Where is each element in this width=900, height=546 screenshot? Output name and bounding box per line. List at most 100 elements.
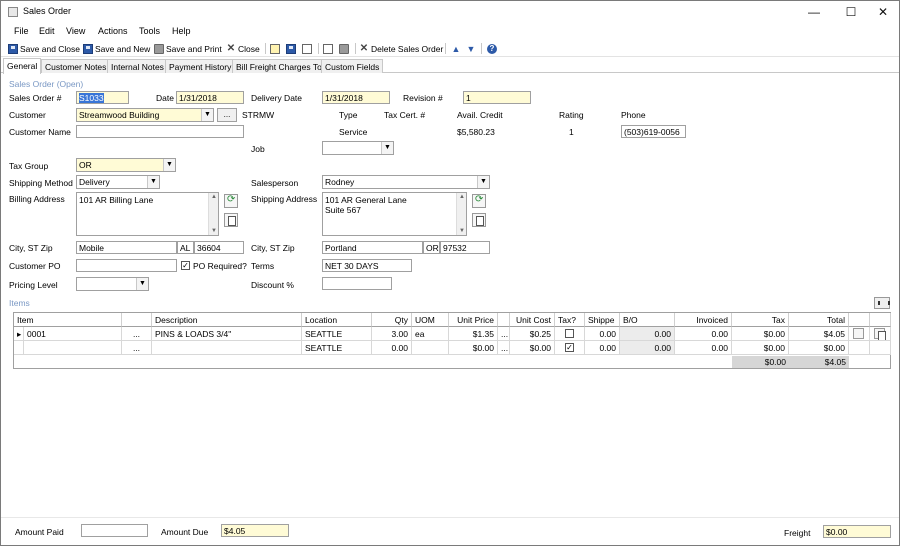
close-button[interactable]: ✕ Close (226, 42, 260, 55)
save-button[interactable] (286, 42, 296, 55)
delete-sales-order-button[interactable]: ✕ Delete Sales Order (359, 42, 444, 55)
pricing-level-dropdown[interactable]: ▼ (76, 277, 149, 291)
help-button[interactable]: ? (487, 42, 497, 55)
sales-order-number-field[interactable]: S1033 (76, 91, 129, 104)
billing-city-field[interactable]: Mobile (76, 241, 177, 254)
billing-address-scrollbar[interactable]: ▲ ▼ (208, 193, 218, 235)
print-preview-button[interactable] (323, 42, 333, 55)
tax-group-dropdown[interactable]: OR ▼ (76, 158, 176, 172)
amount-paid-field[interactable] (81, 524, 148, 537)
shipping-state-field[interactable]: OR (423, 241, 440, 254)
cell-invoiced[interactable]: 0.00 (675, 341, 732, 355)
cell-price-lookup-button[interactable]: ... (498, 327, 510, 341)
customer-name-field[interactable] (76, 125, 244, 138)
cell-shipped[interactable]: 0.00 (585, 327, 620, 341)
col-header-uom[interactable]: UOM (412, 313, 449, 327)
menu-edit[interactable]: Edit (39, 26, 55, 36)
col-header-unit-cost[interactable]: Unit Cost (510, 313, 555, 327)
job-dropdown[interactable]: ▼ (322, 141, 394, 155)
col-header-tax[interactable]: Tax (732, 313, 789, 327)
cell-note-button[interactable] (870, 327, 891, 341)
print-button[interactable] (339, 42, 349, 55)
menu-help[interactable]: Help (172, 26, 191, 36)
row-selector-marker[interactable]: ▸ (14, 327, 24, 341)
customer-dropdown[interactable]: Streamwood Building ▼ (76, 108, 214, 122)
cell-unit-cost[interactable]: $0.00 (510, 341, 555, 355)
col-header-unit-price[interactable]: Unit Price (449, 313, 498, 327)
col-header-shipped[interactable]: Shippe (585, 313, 620, 327)
save-and-new-button[interactable]: Save and New (83, 42, 150, 55)
shipping-method-dropdown[interactable]: Delivery ▼ (76, 175, 160, 189)
grid-column-settings-button[interactable] (874, 297, 890, 309)
minimize-button[interactable]: — (797, 1, 831, 23)
save-and-close-button[interactable]: Save and Close (8, 42, 80, 55)
cell-location[interactable]: SEATTLE (302, 341, 372, 355)
cell-bo[interactable]: 0.00 (620, 327, 675, 341)
freight-field[interactable]: $0.00 (823, 525, 891, 538)
billing-zip-field[interactable]: 36604 (194, 241, 244, 254)
tax-checkbox[interactable]: ✓ (565, 343, 574, 352)
close-window-button[interactable]: ✕ (866, 1, 900, 23)
col-header-tax-flag[interactable]: Tax? (555, 313, 585, 327)
cell-uom[interactable] (412, 341, 449, 355)
revision-field[interactable]: 1 (463, 91, 531, 104)
cell-tax-flag[interactable]: ✓ (555, 341, 585, 355)
tab-customer-notes[interactable]: Customer Notes (41, 59, 111, 73)
col-header-invoiced[interactable]: Invoiced (675, 313, 732, 327)
save-and-print-button[interactable]: Save and Print (154, 42, 222, 55)
menu-actions[interactable]: Actions (98, 26, 128, 36)
cell-qty[interactable]: 0.00 (372, 341, 412, 355)
billing-address-field[interactable]: 101 AR Billing Lane ▲ ▼ (76, 192, 219, 236)
cell-total[interactable]: $0.00 (789, 341, 849, 355)
cell-total[interactable]: $4.05 (789, 327, 849, 341)
edit-shipping-address-button[interactable] (472, 213, 486, 227)
phone-field[interactable]: (503)619-0056 (621, 125, 686, 138)
cell-tax[interactable]: $0.00 (732, 327, 789, 341)
cell-item[interactable] (24, 341, 122, 355)
cell-unit-price[interactable]: $1.35 (449, 327, 498, 341)
cell-tax[interactable]: $0.00 (732, 341, 789, 355)
customer-po-field[interactable] (76, 259, 177, 272)
col-header-description[interactable]: Description (152, 313, 302, 327)
cell-uom[interactable]: ea (412, 327, 449, 341)
previous-record-button[interactable]: ▲ (451, 42, 461, 55)
shipping-address-scrollbar[interactable]: ▲ ▼ (456, 193, 466, 235)
cell-detail-button[interactable] (849, 327, 870, 341)
cell-description[interactable]: PINS & LOADS 3/4" (152, 327, 302, 341)
col-header-item[interactable]: Item (14, 313, 122, 327)
edit-billing-address-button[interactable] (224, 213, 238, 227)
billing-state-field[interactable]: AL (177, 241, 194, 254)
menu-tools[interactable]: Tools (139, 26, 160, 36)
tab-bill-freight-charges-to[interactable]: Bill Freight Charges To (232, 59, 326, 73)
customer-lookup-button[interactable]: ... (217, 108, 237, 122)
shipping-city-field[interactable]: Portland (322, 241, 423, 254)
cell-location[interactable]: SEATTLE (302, 327, 372, 341)
cell-invoiced[interactable]: 0.00 (675, 327, 732, 341)
cell-item[interactable]: 0001 (24, 327, 122, 341)
next-record-button[interactable]: ▼ (466, 42, 476, 55)
cell-shipped[interactable]: 0.00 (585, 341, 620, 355)
cell-tax-flag[interactable] (555, 327, 585, 341)
copy-button[interactable] (302, 42, 312, 55)
tab-general[interactable]: General (3, 58, 42, 74)
menu-file[interactable]: File (14, 26, 29, 36)
tab-internal-notes[interactable]: Internal Notes (107, 59, 168, 73)
cell-qty[interactable]: 3.00 (372, 327, 412, 341)
po-required-checkbox[interactable]: ✓ (181, 261, 190, 270)
cell-item-lookup-button[interactable]: ... (122, 341, 152, 355)
shipping-address-field[interactable]: 101 AR General Lane Suite 567 ▲ ▼ (322, 192, 467, 236)
delivery-date-field[interactable]: 1/31/2018 (322, 91, 390, 104)
col-header-total[interactable]: Total (789, 313, 849, 327)
col-header-location[interactable]: Location (302, 313, 372, 327)
cell-description[interactable] (152, 341, 302, 355)
cell-bo[interactable]: 0.00 (620, 341, 675, 355)
cell-unit-cost[interactable]: $0.25 (510, 327, 555, 341)
maximize-button[interactable]: ☐ (834, 1, 868, 23)
salesperson-dropdown[interactable]: Rodney ▼ (322, 175, 490, 189)
tax-checkbox[interactable] (565, 329, 574, 338)
col-header-qty[interactable]: Qty (372, 313, 412, 327)
menu-view[interactable]: View (66, 26, 85, 36)
date-field[interactable]: 1/31/2018 (176, 91, 244, 104)
row-selector-marker[interactable] (14, 341, 24, 355)
new-document-button[interactable] (270, 42, 280, 55)
